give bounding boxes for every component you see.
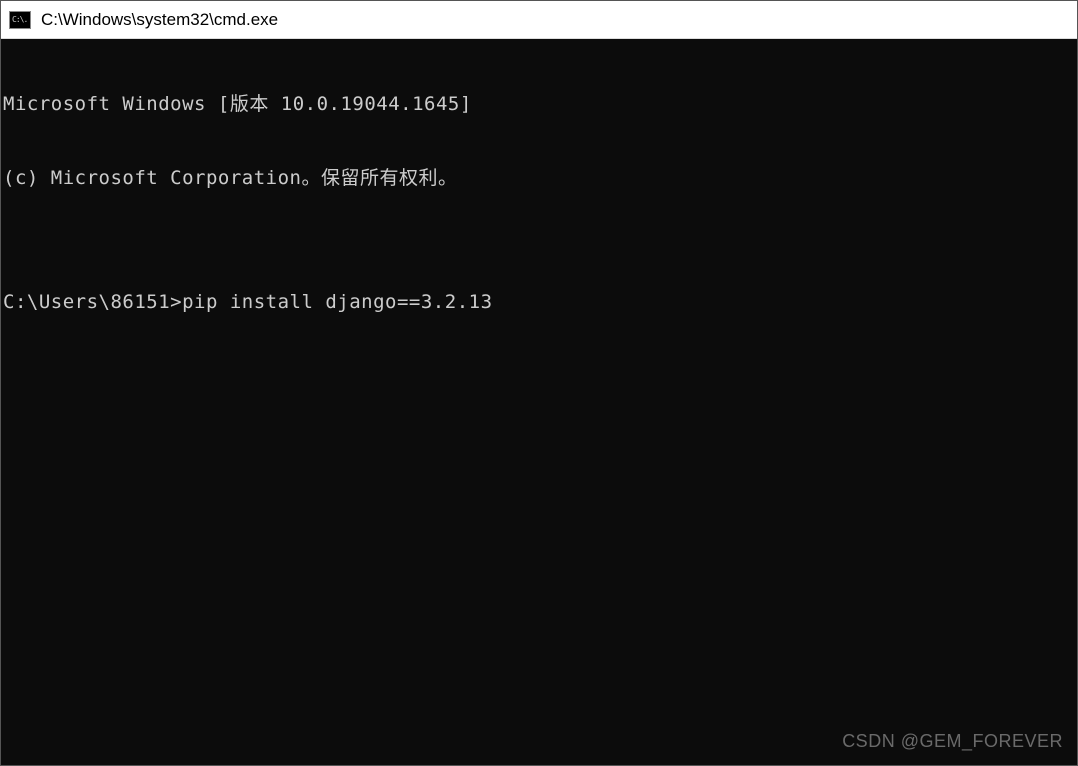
terminal-prompt: C:\Users\86151> (3, 290, 182, 315)
terminal-command-input[interactable]: pip install django==3.2.13 (182, 290, 492, 315)
terminal-output-line: Microsoft Windows [版本 10.0.19044.1645] (3, 92, 1075, 117)
title-bar[interactable]: C:\. C:\Windows\system32\cmd.exe (1, 1, 1077, 39)
terminal-area[interactable]: Microsoft Windows [版本 10.0.19044.1645] (… (1, 39, 1077, 765)
cmd-window: C:\. C:\Windows\system32\cmd.exe Microso… (0, 0, 1078, 766)
terminal-prompt-line: C:\Users\86151>pip install django==3.2.1… (3, 290, 1075, 315)
window-title: C:\Windows\system32\cmd.exe (41, 10, 278, 30)
terminal-output-line: (c) Microsoft Corporation。保留所有权利。 (3, 166, 1075, 191)
cmd-icon-glyph: C:\. (12, 16, 27, 24)
watermark-text: CSDN @GEM_FOREVER (842, 730, 1063, 753)
cmd-icon: C:\. (9, 11, 31, 29)
